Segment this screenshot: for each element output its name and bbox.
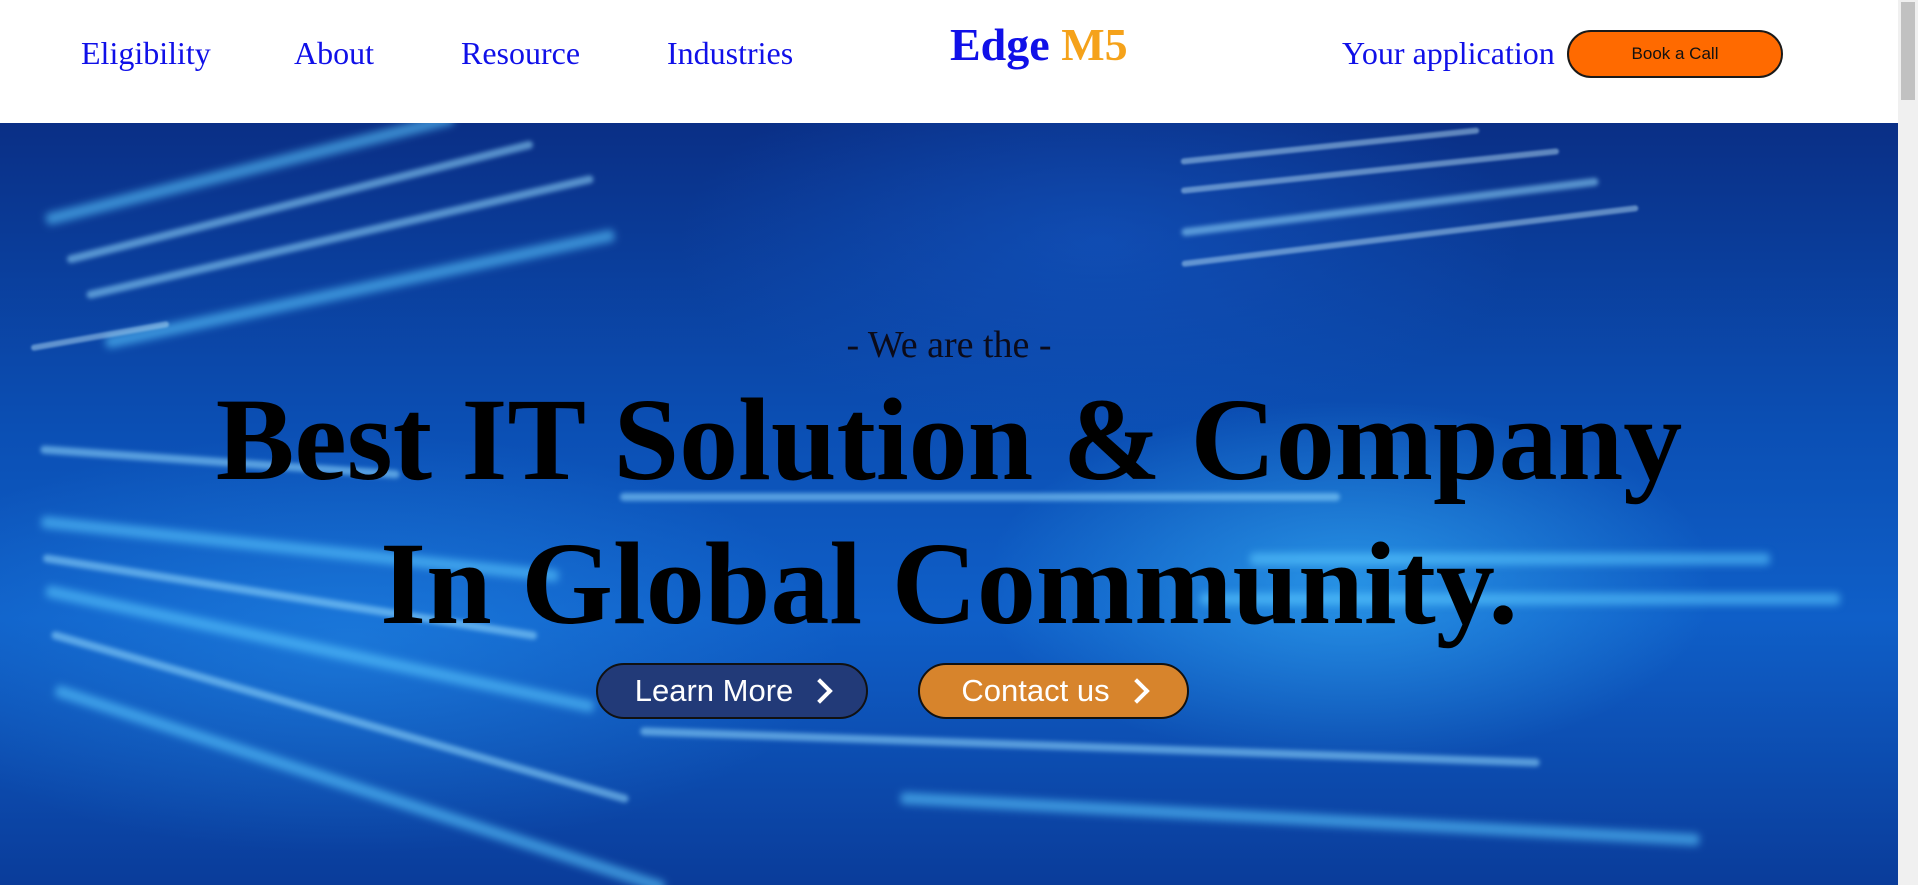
nav-link-eligibility[interactable]: Eligibility xyxy=(81,34,211,72)
nav-link-about[interactable]: About xyxy=(294,34,374,72)
contact-us-button[interactable]: Contact us xyxy=(918,663,1189,719)
nav-link-your-application[interactable]: Your application xyxy=(1342,34,1555,72)
book-a-call-button[interactable]: Book a Call xyxy=(1567,30,1783,78)
hero-title: Best IT Solution & Company In Global Com… xyxy=(0,368,1898,656)
site-logo[interactable]: Edge M5 xyxy=(950,18,1128,72)
chevron-right-icon xyxy=(1123,678,1150,704)
logo-text-m5: M5 xyxy=(1061,19,1128,70)
logo-text-edge: Edge xyxy=(950,19,1050,70)
learn-more-label: Learn More xyxy=(634,673,794,708)
learn-more-button[interactable]: Learn More xyxy=(596,663,868,719)
page: Eligibility About Resource Industries Ed… xyxy=(0,0,1918,885)
hero-title-line-1: Best IT Solution & Company xyxy=(215,374,1683,505)
contact-us-label: Contact us xyxy=(961,673,1110,708)
scrollbar-thumb[interactable] xyxy=(1901,2,1915,100)
hero-title-line-2: In Global Community. xyxy=(380,518,1518,649)
chevron-right-icon xyxy=(807,678,833,704)
nav-link-resource[interactable]: Resource xyxy=(461,34,580,72)
hero-section: - We are the - Best IT Solution & Compan… xyxy=(0,123,1898,885)
vertical-scrollbar[interactable] xyxy=(1898,0,1918,885)
hero-subtitle: - We are the - xyxy=(846,324,1052,366)
site-header: Eligibility About Resource Industries Ed… xyxy=(0,0,1898,123)
nav-link-industries[interactable]: Industries xyxy=(667,34,793,72)
